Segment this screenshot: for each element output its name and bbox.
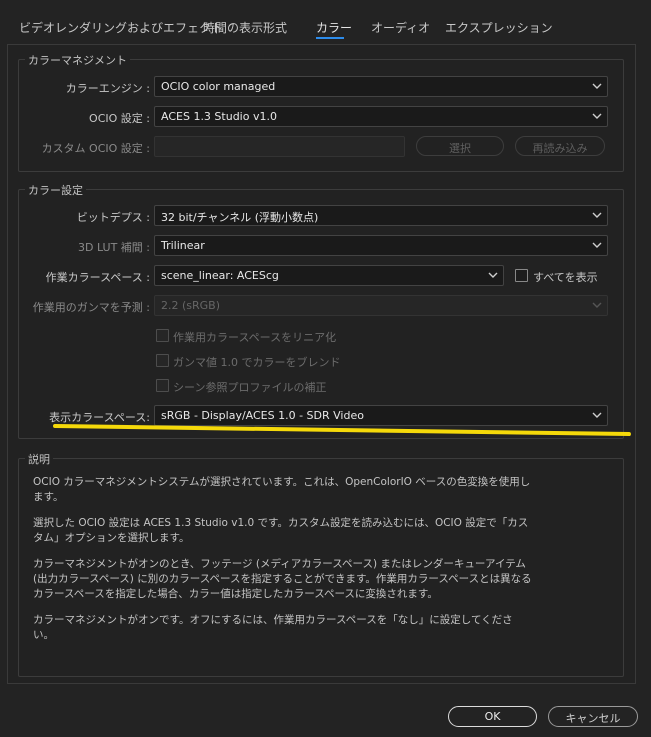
chevron-down-icon <box>592 113 602 119</box>
description-para-1: OCIO カラーマネジメントシステムが選択されています。これは、OpenColo… <box>33 476 531 503</box>
color-engine-value: OCIO color managed <box>161 80 276 93</box>
lut-interpolation-value: Trilinear <box>161 239 205 252</box>
description-title: 説明 <box>25 451 53 467</box>
lut-interpolation-label: 3D LUT 補間 : <box>77 241 150 254</box>
chevron-down-icon <box>592 83 602 89</box>
working-space-select[interactable]: scene_linear: ACEScg <box>154 265 504 286</box>
scene-profile-checkbox[interactable] <box>156 379 169 392</box>
tab-color[interactable]: カラー <box>316 19 352 36</box>
ocio-settings-select[interactable]: ACES 1.3 Studio v1.0 <box>154 106 608 127</box>
description-para-3: カラーマネジメントがオンのとき、フッテージ (メディアカラースペース) またはレ… <box>33 558 532 600</box>
reload-button[interactable]: 再読み込み <box>515 136 605 156</box>
blend-gamma-label: ガンマ値 1.0 でカラーをブレンド <box>173 356 341 369</box>
cancel-button[interactable]: キャンセル <box>548 706 638 727</box>
display-space-select[interactable]: sRGB - Display/ACES 1.0 - SDR Video <box>154 405 608 426</box>
color-engine-label: カラーエンジン : <box>65 82 150 95</box>
display-space-value: sRGB - Display/ACES 1.0 - SDR Video <box>161 409 364 422</box>
chevron-down-icon <box>592 302 602 308</box>
custom-ocio-label: カスタム OCIO 設定 : <box>41 142 150 155</box>
gamma-value: 2.2 (sRGB) <box>161 299 221 312</box>
chevron-down-icon <box>592 212 602 218</box>
tab-audio[interactable]: オーディオ <box>371 19 430 36</box>
bit-depth-value: 32 bit/チャンネル (浮動小数点) <box>161 211 319 224</box>
custom-ocio-field[interactable] <box>154 136 405 157</box>
description-para-4: カラーマネジメントがオンです。オフにするには、作業用カラースペースを「なし」に設… <box>33 614 513 641</box>
bit-depth-label: ビットデプス : <box>76 211 150 224</box>
scene-profile-label: シーン参照プロファイルの補正 <box>173 381 327 394</box>
chevron-down-icon <box>592 242 602 248</box>
color-settings-title: カラー設定 <box>25 182 86 198</box>
working-space-value: scene_linear: ACEScg <box>161 269 279 282</box>
active-tab-indicator <box>316 37 344 39</box>
bit-depth-select[interactable]: 32 bit/チャンネル (浮動小数点) <box>154 205 608 226</box>
linearize-label: 作業用カラースペースをリニア化 <box>173 331 337 344</box>
blend-gamma-checkbox[interactable] <box>156 354 169 367</box>
select-button[interactable]: 選択 <box>416 136 504 156</box>
gamma-select[interactable]: 2.2 (sRGB) <box>154 295 608 316</box>
color-management-title: カラーマネジメント <box>25 52 130 68</box>
chevron-down-icon <box>592 412 602 418</box>
linearize-checkbox[interactable] <box>156 329 169 342</box>
ocio-settings-label: OCIO 設定 : <box>89 112 150 125</box>
show-all-checkbox[interactable] <box>515 269 528 282</box>
tab-video-rendering[interactable]: ビデオレンダリングおよびエフェクト <box>19 19 223 36</box>
tab-bar: ビデオレンダリングおよびエフェクト 時間の表示形式 カラー オーディオ エクスプ… <box>0 0 651 44</box>
gamma-label: 作業用のガンマを予測 : <box>32 301 150 314</box>
description-para-2: 選択した OCIO 設定は ACES 1.3 Studio v1.0 です。カス… <box>33 517 529 544</box>
tab-expressions[interactable]: エクスプレッション <box>445 19 553 36</box>
ocio-settings-value: ACES 1.3 Studio v1.0 <box>161 110 277 123</box>
show-all-label: すべてを表示 <box>533 271 598 284</box>
display-space-label: 表示カラースペース: <box>49 411 150 424</box>
lut-interpolation-select[interactable]: Trilinear <box>154 235 608 256</box>
tab-time-display[interactable]: 時間の表示形式 <box>203 19 287 36</box>
color-engine-select[interactable]: OCIO color managed <box>154 76 608 97</box>
ok-button[interactable]: OK <box>448 706 537 727</box>
chevron-down-icon <box>488 272 498 278</box>
working-space-label: 作業カラースペース : <box>45 271 150 284</box>
